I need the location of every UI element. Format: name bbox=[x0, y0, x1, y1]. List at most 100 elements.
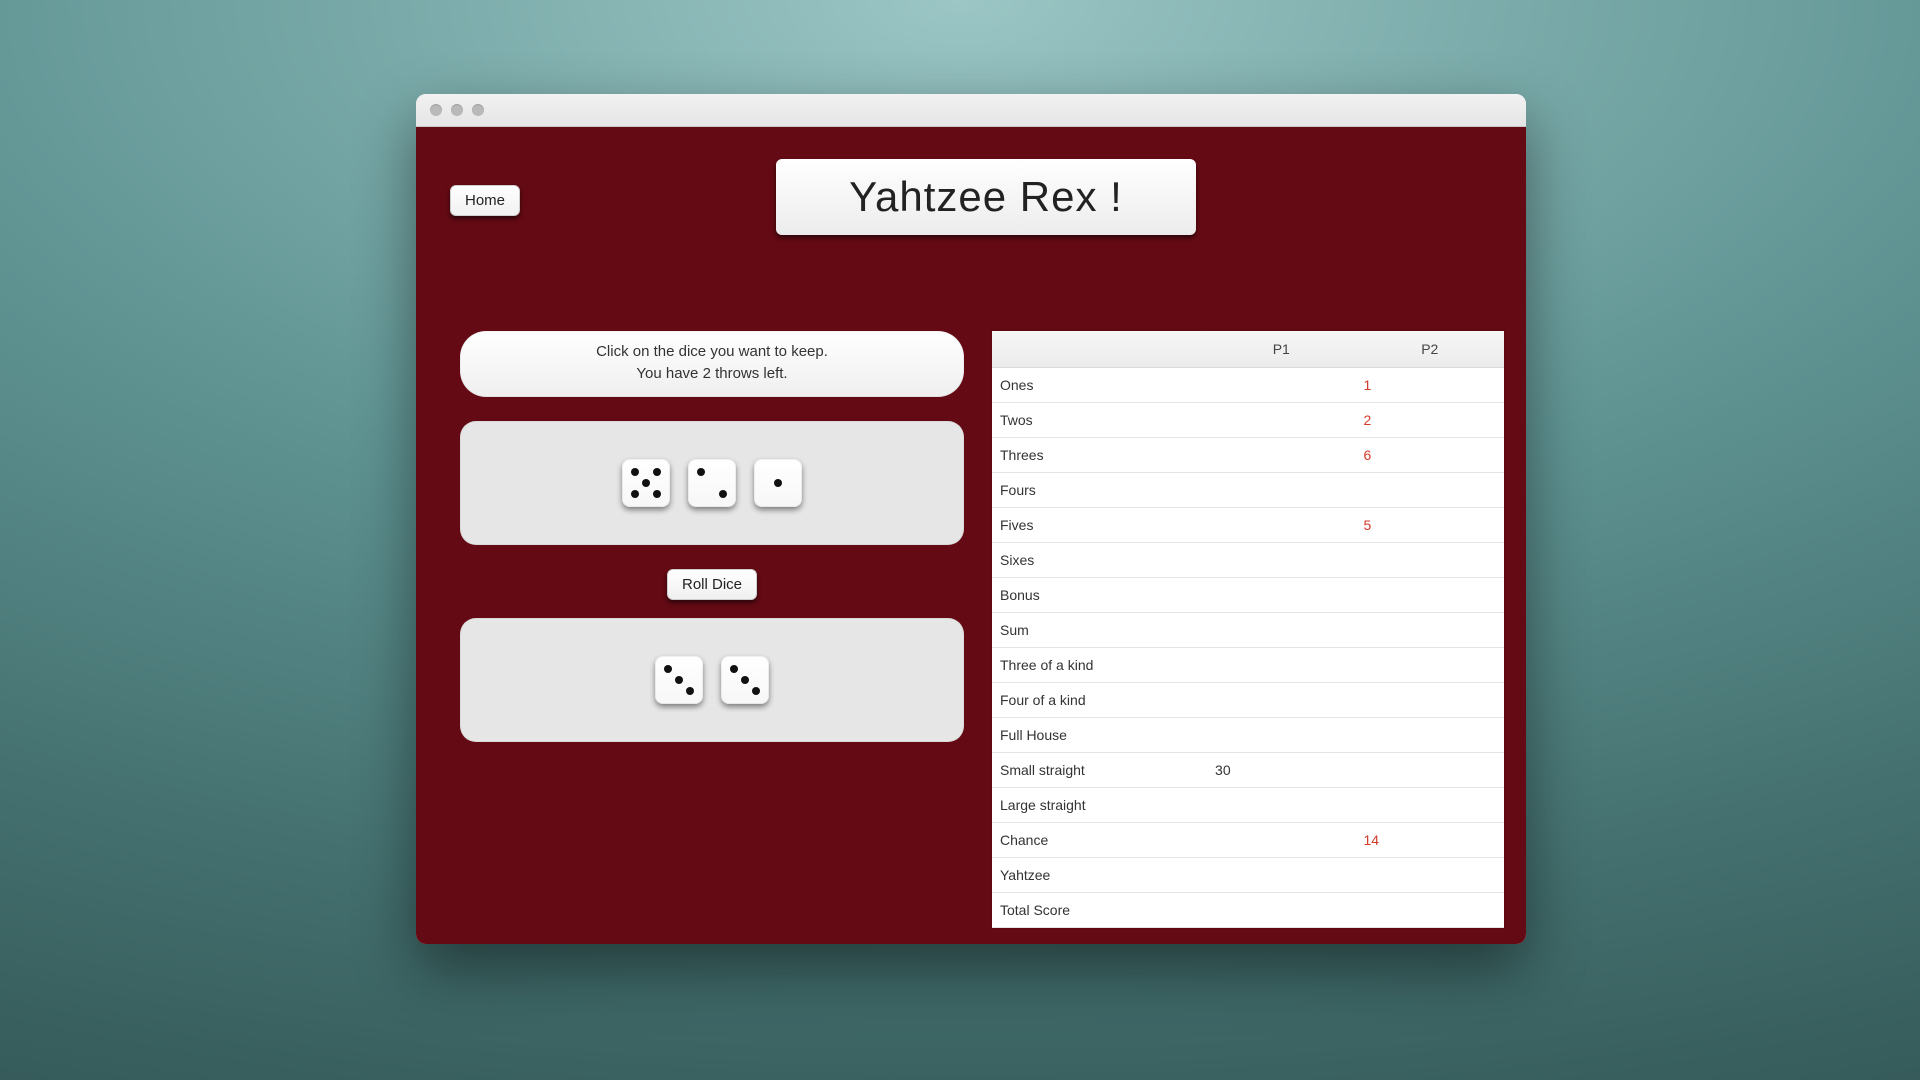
window-titlebar bbox=[416, 94, 1526, 127]
score-row: Large straight bbox=[992, 788, 1504, 823]
score-cell-p1[interactable] bbox=[1207, 788, 1355, 823]
score-row-label: Full House bbox=[992, 718, 1207, 753]
score-header-blank bbox=[992, 331, 1207, 368]
pip-icon bbox=[686, 687, 694, 695]
score-row: Three of a kind bbox=[992, 648, 1504, 683]
pip-icon bbox=[741, 676, 749, 684]
page-title: Yahtzee Rex ! bbox=[776, 159, 1196, 235]
pip-icon bbox=[631, 490, 639, 498]
score-row: Chance 14 bbox=[992, 823, 1504, 858]
score-cell-p1[interactable] bbox=[1207, 543, 1355, 578]
score-header-row: P1 P2 bbox=[992, 331, 1504, 368]
pip-icon bbox=[752, 687, 760, 695]
score-cell-p1[interactable] bbox=[1207, 718, 1355, 753]
score-row: Full House bbox=[992, 718, 1504, 753]
score-table-wrap: P1 P2 Ones1Twos2Threes6FoursFives5SixesB… bbox=[992, 331, 1504, 928]
rolled-dice-tray bbox=[460, 421, 964, 545]
pip-icon bbox=[675, 676, 683, 684]
die-3[interactable] bbox=[721, 656, 769, 704]
pip-icon bbox=[774, 479, 782, 487]
score-cell-p2[interactable] bbox=[1356, 473, 1505, 508]
pip-icon bbox=[642, 479, 650, 487]
window-dot-icon bbox=[472, 104, 484, 116]
kept-dice-tray bbox=[460, 618, 964, 742]
score-row: Yahtzee bbox=[992, 858, 1504, 893]
score-row-label: Small straight bbox=[992, 753, 1207, 788]
score-row-label: Fours bbox=[992, 473, 1207, 508]
score-cell-p2[interactable]: 14 bbox=[1356, 823, 1505, 858]
message-line: You have 2 throws left. bbox=[478, 363, 946, 385]
app-window: Home Yahtzee Rex ! Click on the dice you… bbox=[416, 94, 1526, 944]
score-cell-p1[interactable] bbox=[1207, 578, 1355, 613]
score-row: Sum bbox=[992, 613, 1504, 648]
score-row: Sixes bbox=[992, 543, 1504, 578]
score-cell-p2[interactable]: 2 bbox=[1356, 403, 1505, 438]
pip-icon bbox=[730, 665, 738, 673]
score-cell-p2[interactable] bbox=[1356, 683, 1505, 718]
score-cell-p2[interactable] bbox=[1356, 578, 1505, 613]
score-row-label: Large straight bbox=[992, 788, 1207, 823]
score-row: Fours bbox=[992, 473, 1504, 508]
pip-icon bbox=[653, 490, 661, 498]
home-button[interactable]: Home bbox=[450, 185, 520, 216]
score-row-label: Sixes bbox=[992, 543, 1207, 578]
score-cell-p1[interactable] bbox=[1207, 893, 1355, 928]
pip-icon bbox=[719, 490, 727, 498]
score-cell-p2[interactable]: 6 bbox=[1356, 438, 1505, 473]
score-row-label: Fives bbox=[992, 508, 1207, 543]
score-cell-p2[interactable] bbox=[1356, 858, 1505, 893]
die-2[interactable] bbox=[688, 459, 736, 507]
score-cell-p1[interactable]: 30 bbox=[1207, 753, 1355, 788]
die-3[interactable] bbox=[655, 656, 703, 704]
score-header-p2: P2 bbox=[1356, 331, 1505, 368]
roll-dice-button[interactable]: Roll Dice bbox=[667, 569, 757, 600]
score-row: Four of a kind bbox=[992, 683, 1504, 718]
score-row: Fives 5 bbox=[992, 508, 1504, 543]
score-row-label: Twos bbox=[992, 403, 1207, 438]
score-row-label: Ones bbox=[992, 368, 1207, 403]
window-dot-icon bbox=[451, 104, 463, 116]
score-cell-p2[interactable] bbox=[1356, 543, 1505, 578]
score-row-label: Sum bbox=[992, 613, 1207, 648]
die-1[interactable] bbox=[754, 459, 802, 507]
score-cell-p2[interactable]: 5 bbox=[1356, 508, 1505, 543]
score-row-label: Chance bbox=[992, 823, 1207, 858]
score-row: Ones 1 bbox=[992, 368, 1504, 403]
score-table: P1 P2 Ones1Twos2Threes6FoursFives5SixesB… bbox=[992, 331, 1504, 928]
score-row-label: Four of a kind bbox=[992, 683, 1207, 718]
score-cell-p2[interactable] bbox=[1356, 613, 1505, 648]
pip-icon bbox=[631, 468, 639, 476]
score-cell-p1[interactable] bbox=[1207, 368, 1355, 403]
score-cell-p1[interactable] bbox=[1207, 508, 1355, 543]
score-row: Threes 6 bbox=[992, 438, 1504, 473]
score-cell-p2[interactable] bbox=[1356, 648, 1505, 683]
app-surface: Home Yahtzee Rex ! Click on the dice you… bbox=[416, 127, 1526, 944]
score-cell-p1[interactable] bbox=[1207, 403, 1355, 438]
score-cell-p2[interactable]: 1 bbox=[1356, 368, 1505, 403]
window-dot-icon bbox=[430, 104, 442, 116]
score-cell-p1[interactable] bbox=[1207, 473, 1355, 508]
score-row-label: Three of a kind bbox=[992, 648, 1207, 683]
score-row-label: Total Score bbox=[992, 893, 1207, 928]
score-cell-p2[interactable] bbox=[1356, 718, 1505, 753]
pip-icon bbox=[697, 468, 705, 476]
score-row: Small straight30 bbox=[992, 753, 1504, 788]
score-cell-p1[interactable] bbox=[1207, 683, 1355, 718]
message-panel: Click on the dice you want to keep. You … bbox=[460, 331, 964, 397]
score-cell-p1[interactable] bbox=[1207, 613, 1355, 648]
score-row-label: Yahtzee bbox=[992, 858, 1207, 893]
score-cell-p1[interactable] bbox=[1207, 648, 1355, 683]
score-cell-p2[interactable] bbox=[1356, 893, 1505, 928]
score-row-label: Threes bbox=[992, 438, 1207, 473]
message-line: Click on the dice you want to keep. bbox=[478, 341, 946, 363]
score-row: Total Score bbox=[992, 893, 1504, 928]
score-cell-p2[interactable] bbox=[1356, 788, 1505, 823]
pip-icon bbox=[653, 468, 661, 476]
score-cell-p1[interactable] bbox=[1207, 438, 1355, 473]
score-cell-p2[interactable] bbox=[1356, 753, 1505, 788]
score-cell-p1[interactable] bbox=[1207, 858, 1355, 893]
score-cell-p1[interactable] bbox=[1207, 823, 1355, 858]
score-row: Twos 2 bbox=[992, 403, 1504, 438]
score-header-p1: P1 bbox=[1207, 331, 1355, 368]
die-5[interactable] bbox=[622, 459, 670, 507]
